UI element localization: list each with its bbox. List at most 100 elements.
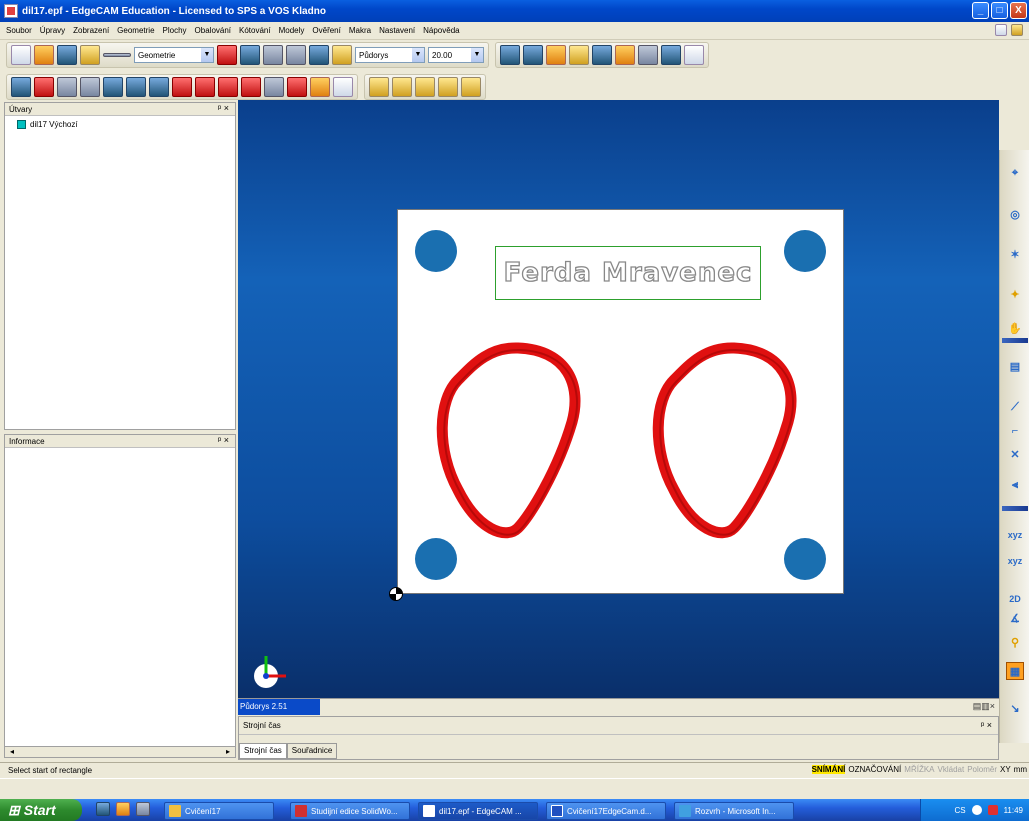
chevron-down-icon[interactable]: ▼: [412, 48, 424, 62]
open-folder-icon[interactable]: [34, 45, 54, 65]
gear-snap-icon[interactable]: ✶: [1006, 246, 1024, 264]
menu-plochy[interactable]: Plochy: [163, 26, 187, 35]
zoom-window-icon[interactable]: [523, 45, 543, 65]
chevron-down-icon[interactable]: ▼: [201, 48, 213, 62]
mode-insert[interactable]: Vkládat: [938, 765, 965, 774]
revolve-icon[interactable]: [80, 77, 100, 97]
taskbar-item-word[interactable]: Cvičení17EdgeCam.d...: [546, 802, 666, 820]
view-combo[interactable]: Půdorys ▼: [355, 47, 425, 63]
menu-upravy[interactable]: Úpravy: [40, 26, 65, 35]
save-icon[interactable]: [57, 45, 77, 65]
delete-icon[interactable]: [286, 45, 306, 65]
scroll-right-icon[interactable]: ▸: [222, 747, 234, 757]
scroll-left-icon[interactable]: ◂: [6, 747, 18, 757]
shaded-view-icon[interactable]: [592, 45, 612, 65]
trim-icon[interactable]: [172, 77, 192, 97]
loop-icon[interactable]: [287, 77, 307, 97]
menu-obalovani[interactable]: Obalování: [195, 26, 231, 35]
grid-icon[interactable]: [684, 45, 704, 65]
2d-icon[interactable]: 2D: [1006, 590, 1024, 608]
undo-icon[interactable]: [240, 45, 260, 65]
menu-soubor[interactable]: Soubor: [6, 26, 32, 35]
close-button[interactable]: X: [1010, 2, 1027, 19]
array-icon[interactable]: [333, 77, 353, 97]
mode-plane[interactable]: XY: [1000, 765, 1011, 774]
view-layout-icons[interactable]: ▤▥×: [973, 701, 995, 712]
mode-snap[interactable]: SNÍMÁNÍ: [811, 765, 846, 774]
offset-icon[interactable]: [218, 77, 238, 97]
line-style-icon[interactable]: [103, 53, 131, 57]
graphics-viewport[interactable]: Ferda Mravenec: [238, 100, 999, 698]
taskbar-item-ie[interactable]: Rozvrh - Microsoft In...: [674, 802, 794, 820]
tab-coordinates[interactable]: Souřadnice: [286, 743, 338, 759]
refresh-icon[interactable]: [310, 77, 330, 97]
ie-icon[interactable]: [96, 802, 110, 816]
desktop-icon[interactable]: [136, 802, 150, 816]
maximize-button[interactable]: □: [991, 2, 1008, 19]
hand-icon[interactable]: ✋: [1006, 320, 1024, 338]
menu-nastaveni[interactable]: Nastavení: [379, 26, 415, 35]
horizontal-scrollbar[interactable]: ◂ ▸: [4, 746, 236, 758]
new-file-icon[interactable]: [11, 45, 31, 65]
feature-icon[interactable]: [34, 77, 54, 97]
network-icon[interactable]: [971, 805, 982, 815]
menu-modely[interactable]: Modely: [279, 26, 305, 35]
point-icon[interactable]: ✦: [1006, 286, 1024, 304]
depth-combo[interactable]: 20.00 ▼: [428, 47, 484, 63]
whats-this-icon[interactable]: [332, 45, 352, 65]
antivirus-icon[interactable]: [987, 805, 998, 815]
pocket-profile-left[interactable]: [436, 342, 581, 539]
start-button[interactable]: ⊞ Start: [0, 799, 82, 821]
info-icon[interactable]: [309, 45, 329, 65]
menu-kotovani[interactable]: Kótování: [239, 26, 271, 35]
chamfer-icon[interactable]: [264, 77, 284, 97]
tile-window-icon[interactable]: [995, 24, 1007, 36]
rotate-view-icon[interactable]: [546, 45, 566, 65]
angle-icon[interactable]: ∡: [1006, 610, 1024, 628]
tap-icon[interactable]: [438, 77, 458, 97]
mode-units[interactable]: mm: [1014, 765, 1027, 774]
blend-icon[interactable]: [195, 77, 215, 97]
model-icon[interactable]: [11, 77, 31, 97]
zoom-icon[interactable]: [500, 45, 520, 65]
minimize-button[interactable]: _: [972, 2, 989, 19]
render-icon[interactable]: [615, 45, 635, 65]
pane-pin-icon[interactable]: ᵖ ×: [218, 435, 229, 445]
taskbar-item-edgecam[interactable]: dil17.epf - EdgeCAM ...: [418, 802, 538, 820]
taskbar-item-cviceni17[interactable]: Cvičení17: [164, 802, 274, 820]
cross-icon[interactable]: ✕: [1006, 446, 1024, 464]
pocket-profile-right[interactable]: [652, 342, 797, 539]
snap-icon[interactable]: ⌖: [1006, 164, 1024, 182]
fillet-icon[interactable]: [241, 77, 261, 97]
hidden-line-icon[interactable]: [638, 45, 658, 65]
menu-makra[interactable]: Makra: [349, 26, 371, 35]
line-icon[interactable]: ⟋: [1006, 398, 1024, 416]
help-pointer-icon[interactable]: [1011, 24, 1023, 36]
tab-machining-time[interactable]: Strojní čas: [239, 743, 287, 759]
circle-snap-icon[interactable]: ◎: [1006, 206, 1024, 224]
dimension-icon[interactable]: ⫷: [1006, 476, 1024, 494]
pan-icon[interactable]: [569, 45, 589, 65]
tree-item[interactable]: dil17 Výchozí: [5, 116, 235, 129]
layout-icon[interactable]: [126, 77, 146, 97]
pin-icon[interactable]: ⚲: [1006, 634, 1024, 652]
pane-pin-icon[interactable]: ᵖ ×: [218, 103, 229, 113]
bore-icon[interactable]: [461, 77, 481, 97]
menu-overeni[interactable]: Ověření: [312, 26, 340, 35]
redo-icon[interactable]: [263, 45, 283, 65]
mill-icon[interactable]: [415, 77, 435, 97]
xyz-input-icon[interactable]: xyz: [1006, 526, 1024, 544]
layer-combo[interactable]: Geometrie ▼: [134, 47, 214, 63]
extrude-icon[interactable]: [57, 77, 77, 97]
mode-select[interactable]: OZNAČOVÁNÍ: [848, 765, 901, 774]
layout-icon[interactable]: ▤: [1006, 358, 1024, 376]
menu-zobrazeni[interactable]: Zobrazení: [73, 26, 109, 35]
active-mode-icon[interactable]: ▦: [1006, 662, 1024, 680]
app-icon[interactable]: [4, 4, 18, 18]
surface-icon[interactable]: [103, 77, 123, 97]
taskbar-item-solidworks[interactable]: Studijní edice SolidWo...: [290, 802, 410, 820]
app-launch-icon[interactable]: [116, 802, 130, 816]
chevron-down-icon[interactable]: ▼: [471, 48, 483, 62]
workpiece-plate[interactable]: Ferda Mravenec: [397, 209, 844, 594]
menu-napoveda[interactable]: Nápověda: [423, 26, 459, 35]
